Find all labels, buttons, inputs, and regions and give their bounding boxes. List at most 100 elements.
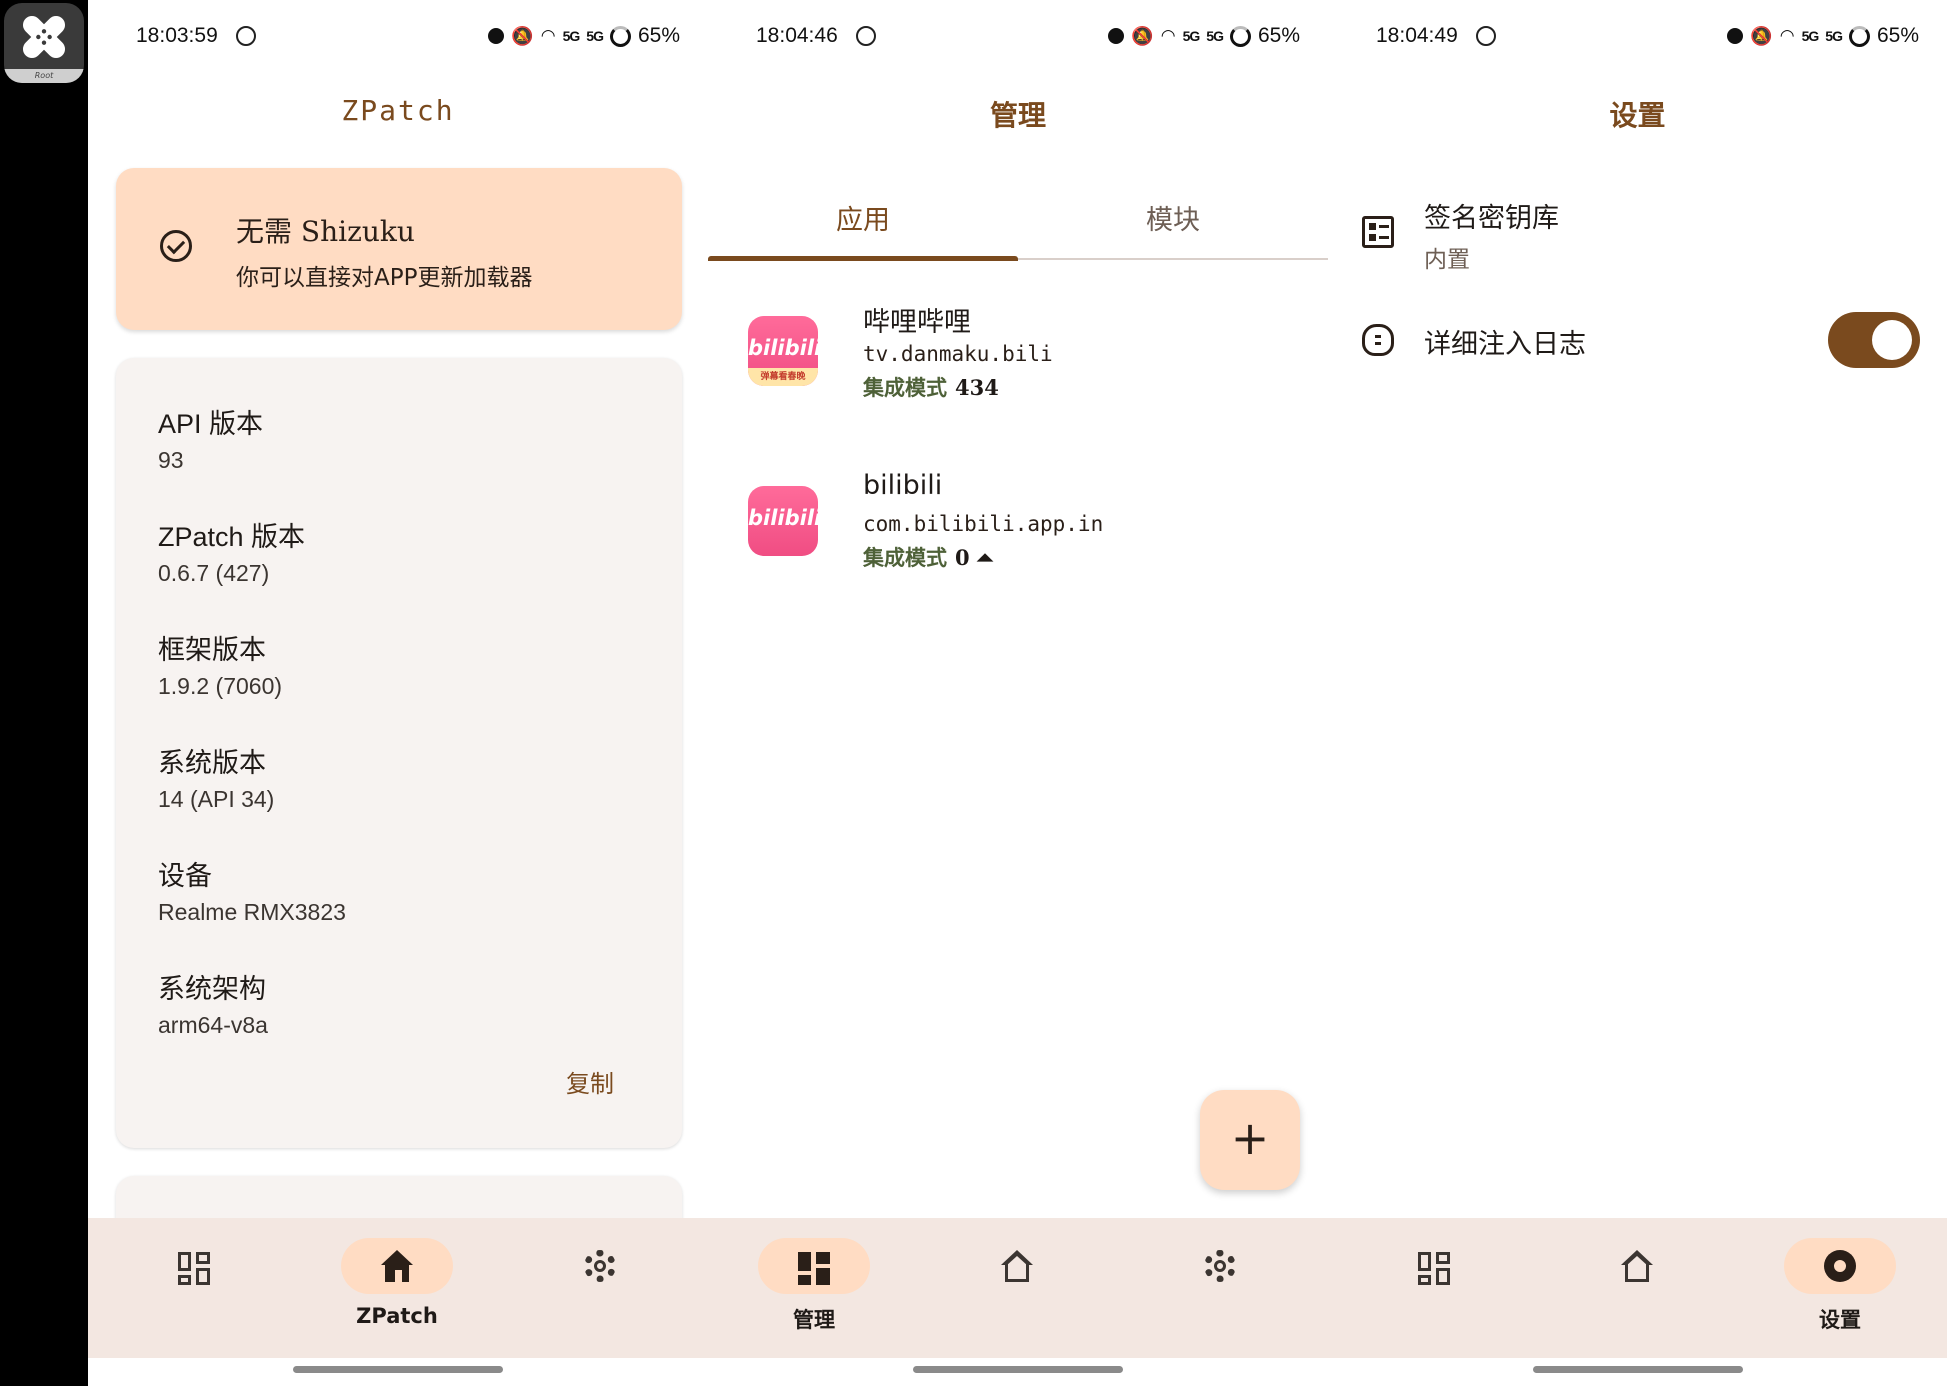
battery-icon <box>609 25 631 47</box>
keystore-icon <box>1362 216 1394 248</box>
nav-manage[interactable]: 管理 <box>734 1238 894 1334</box>
info-api-version: API 版本 93 <box>158 402 263 474</box>
info-label: 系统架构 <box>158 974 266 1004</box>
app-package: tv.danmaku.bili <box>863 342 1053 366</box>
app-name: 哔哩哔哩 <box>863 307 971 338</box>
nav-settings[interactable]: 设置 <box>1760 1238 1920 1334</box>
nav-home[interactable] <box>1557 1238 1717 1294</box>
battery-percent: 65% <box>637 24 680 47</box>
signal-icon-2: 5G <box>1206 28 1224 44</box>
gesture-bar[interactable] <box>913 1366 1123 1373</box>
info-label: 框架版本 <box>158 635 266 665</box>
copy-button[interactable]: 复制 <box>566 1064 614 1099</box>
app-list-item[interactable]: bilibili bilibili com.bilibili.app.in 集成… <box>708 470 1328 600</box>
page-title: 管理 <box>989 99 1046 132</box>
status-time: 18:04:46 <box>756 24 838 47</box>
app-mode-label: 集成模式 <box>863 376 947 400</box>
nav-home[interactable] <box>937 1238 1097 1294</box>
signal-icon: 5G <box>562 28 581 44</box>
info-label: ZPatch 版本 <box>158 522 306 552</box>
setting-title: 签名密钥库 <box>1424 203 1559 234</box>
battery-icon <box>1848 25 1870 47</box>
battery-icon <box>1229 25 1251 47</box>
info-card: API 版本 93 ZPatch 版本 0.6.7 (427) 框架版本 1.9… <box>116 358 682 1148</box>
info-value: 0.6.7 (427) <box>158 560 270 586</box>
nav-home-label: ZPatch <box>356 1304 438 1328</box>
panel-settings: 18:04:49 🔕 ◠ 5G 5G 65% 设置 签名密钥库 内置 详细注入日… <box>1328 0 1947 1386</box>
bottom-nav: 管理 <box>708 1218 1328 1358</box>
root-patch-glyph <box>22 15 66 59</box>
signal-icon: 5G <box>1182 28 1201 44</box>
status-time: 18:03:59 <box>136 24 218 47</box>
alarm-icon <box>1727 28 1744 44</box>
battery-percent: 65% <box>1876 24 1919 47</box>
info-value: Realme RMX3823 <box>158 899 346 925</box>
status-bar: 18:04:46 🔕 ◠ 5G 5G 65% <box>708 20 1328 56</box>
verbose-log-toggle[interactable] <box>1828 312 1920 368</box>
nav-home[interactable]: ZPatch <box>317 1238 477 1328</box>
status-card-title: 无需 Shizuku <box>236 215 415 248</box>
tab-indicator <box>708 256 1018 261</box>
mute-bell-icon: 🔕 <box>1750 25 1773 46</box>
alarm-icon <box>488 28 505 44</box>
wifi-icon: ◠ <box>1779 26 1795 45</box>
app-name: bilibili <box>863 470 943 501</box>
nav-settings[interactable] <box>520 1238 680 1294</box>
mute-bell-icon: 🔕 <box>1131 25 1154 46</box>
home-icon <box>999 1250 1035 1284</box>
bilibili-app-icon: bilibili 弹幕看春晚 <box>748 316 818 386</box>
setting-verbose-log[interactable]: 详细注入日志 <box>1328 306 1947 376</box>
info-framework-version: 框架版本 1.9.2 (7060) <box>158 628 282 700</box>
tab-apps[interactable]: 应用 <box>708 198 1018 237</box>
app-mode: 集成模式 0 ⏶ <box>863 542 994 572</box>
info-zpatch-version: ZPatch 版本 0.6.7 (427) <box>158 515 305 587</box>
gesture-bar[interactable] <box>293 1366 503 1373</box>
wifi-icon: ◠ <box>1160 26 1176 45</box>
root-label: Root <box>4 69 84 83</box>
info-value: 1.9.2 (7060) <box>158 673 283 699</box>
tab-modules[interactable]: 模块 <box>1018 198 1328 237</box>
root-logo-icon[interactable]: Root <box>4 3 84 83</box>
info-architecture: 系统架构 arm64-v8a <box>158 967 268 1039</box>
app-mode: 集成模式 434 <box>863 372 999 402</box>
setting-subtitle: 内置 <box>1424 247 1470 273</box>
bottom-nav: 设置 <box>1328 1218 1947 1358</box>
check-circle-icon <box>160 230 192 262</box>
dashboard-icon <box>178 1252 210 1285</box>
info-label: 设备 <box>158 861 212 891</box>
add-app-button[interactable]: + <box>1200 1090 1300 1190</box>
setting-keystore[interactable]: 签名密钥库 内置 <box>1328 190 1947 280</box>
gesture-bar[interactable] <box>1532 1366 1743 1373</box>
bug-icon <box>1362 324 1394 356</box>
signal-icon-2: 5G <box>1825 28 1843 44</box>
signal-icon: 5G <box>1801 28 1820 44</box>
setting-title: 详细注入日志 <box>1424 329 1586 360</box>
nav-settings[interactable] <box>1140 1238 1300 1294</box>
gear-icon <box>1824 1250 1856 1282</box>
app-mode-count: 434 <box>955 375 999 400</box>
status-bar: 18:04:49 🔕 ◠ 5G 5G 65% <box>1328 20 1947 56</box>
app-list-item[interactable]: bilibili 弹幕看春晚 哔哩哔哩 tv.danmaku.bili 集成模式… <box>708 300 1328 430</box>
tab-bar: 应用 模块 <box>708 190 1328 262</box>
nav-manage[interactable] <box>1354 1238 1514 1294</box>
nav-manage[interactable] <box>114 1238 274 1294</box>
sync-icon <box>236 26 256 46</box>
gear-icon <box>584 1250 616 1282</box>
info-value: 93 <box>158 447 184 473</box>
mute-bell-icon: 🔕 <box>511 25 534 46</box>
dashboard-icon <box>798 1252 830 1285</box>
info-system-version: 系统版本 14 (API 34) <box>158 741 274 813</box>
info-label: API 版本 <box>158 409 264 439</box>
app-mode-count: 0 ⏶ <box>955 545 994 570</box>
alarm-icon <box>1108 28 1125 44</box>
home-icon <box>379 1250 415 1284</box>
app-icon-strip: 弹幕看春晚 <box>748 368 818 386</box>
wifi-icon: ◠ <box>540 26 556 45</box>
app-mode-label: 集成模式 <box>863 546 947 570</box>
shizuku-status-card[interactable]: 无需 Shizuku 你可以直接对APP更新加载器 <box>116 168 682 330</box>
battery-percent: 65% <box>1257 24 1300 47</box>
info-device: 设备 Realme RMX3823 <box>158 854 346 926</box>
sync-icon <box>1476 26 1496 46</box>
panel-manage: 18:04:46 🔕 ◠ 5G 5G 65% 管理 应用 模块 bilibili… <box>708 0 1328 1386</box>
info-value: 14 (API 34) <box>158 786 275 812</box>
